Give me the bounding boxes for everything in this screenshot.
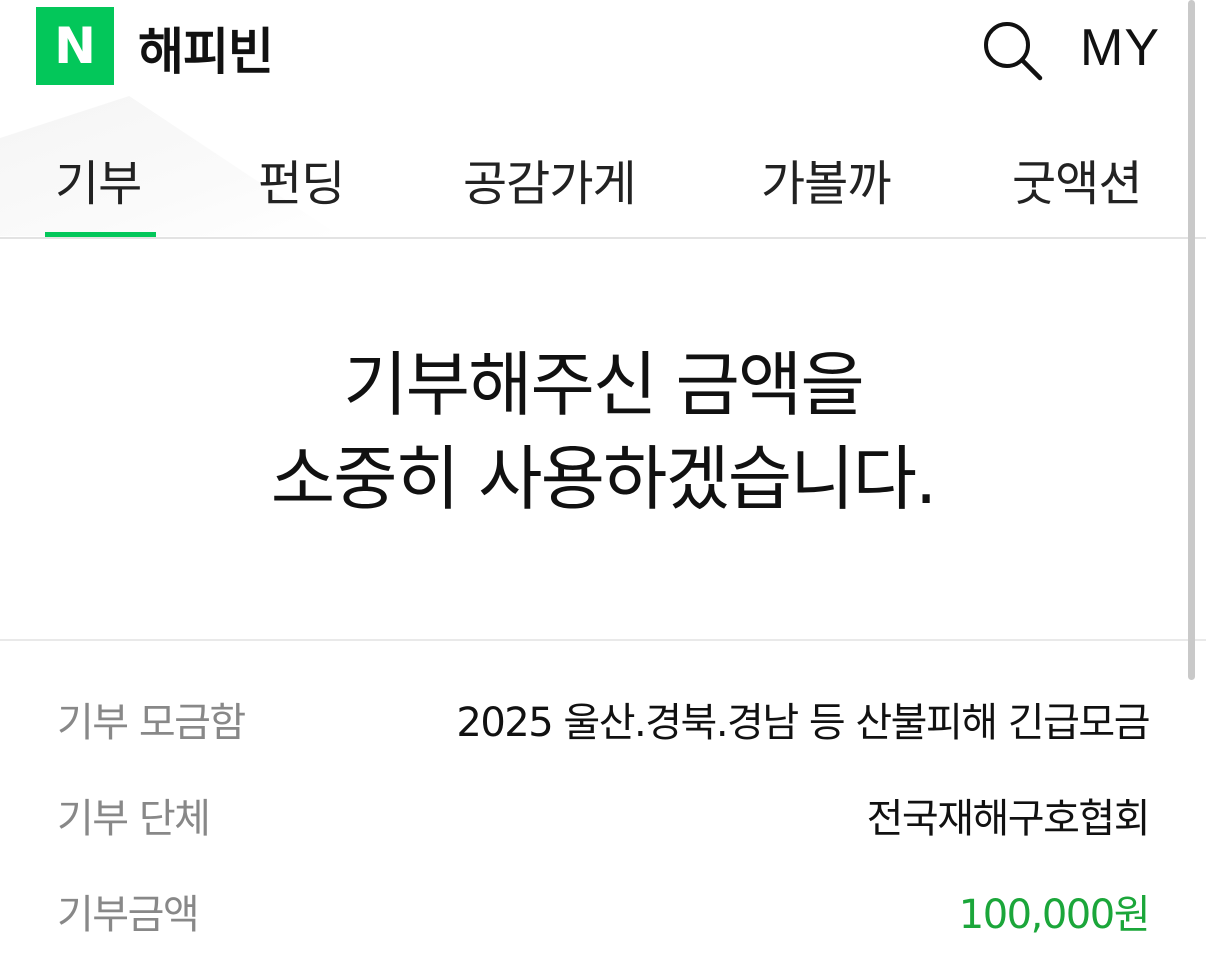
active-tab-indicator <box>45 232 156 237</box>
thank-you-message: 기부해주신 금액을 소중히 사용하겠습니다. <box>0 338 1206 526</box>
tab-gabolkka[interactable]: 가볼까 <box>761 144 891 214</box>
detail-row-fundraiser: 기부 모금함 2025 울산.경북.경남 등 산불피해 긴급모금 <box>0 690 1206 750</box>
app-header: N 해피빈 MY <box>0 0 1206 96</box>
section-divider <box>0 639 1206 641</box>
detail-row-organization: 기부 단체 전국재해구호협회 <box>0 786 1206 846</box>
detail-label: 기부금액 <box>57 892 200 938</box>
search-icon <box>984 22 1043 81</box>
detail-row-amount: 기부금액 100,000원 <box>0 882 1206 942</box>
scrollbar[interactable] <box>1188 0 1195 680</box>
tab-donation[interactable]: 기부 <box>55 144 142 214</box>
search-button[interactable] <box>980 18 1044 82</box>
tab-good-action[interactable]: 굿액션 <box>1012 144 1142 214</box>
naver-logo[interactable]: N <box>36 7 114 85</box>
detail-label: 기부 모금함 <box>57 700 246 746</box>
detail-label: 기부 단체 <box>57 796 211 842</box>
message-line-1: 기부해주신 금액을 <box>343 344 864 426</box>
tab-funding[interactable]: 펀딩 <box>258 144 345 214</box>
tab-bar: 기부 펀딩 공감가게 가볼까 굿액션 <box>0 120 1206 239</box>
brand-title[interactable]: 해피빈 <box>138 12 274 84</box>
detail-value-organization: 전국재해구호협회 <box>866 796 1151 842</box>
tab-empathy-store[interactable]: 공감가게 <box>463 144 637 214</box>
detail-value-fundraiser: 2025 울산.경북.경남 등 산불피해 긴급모금 <box>456 700 1150 746</box>
my-button[interactable]: MY <box>1080 18 1160 78</box>
message-line-2: 소중히 사용하겠습니다. <box>270 438 938 520</box>
detail-value-amount: 100,000원 <box>958 892 1151 938</box>
